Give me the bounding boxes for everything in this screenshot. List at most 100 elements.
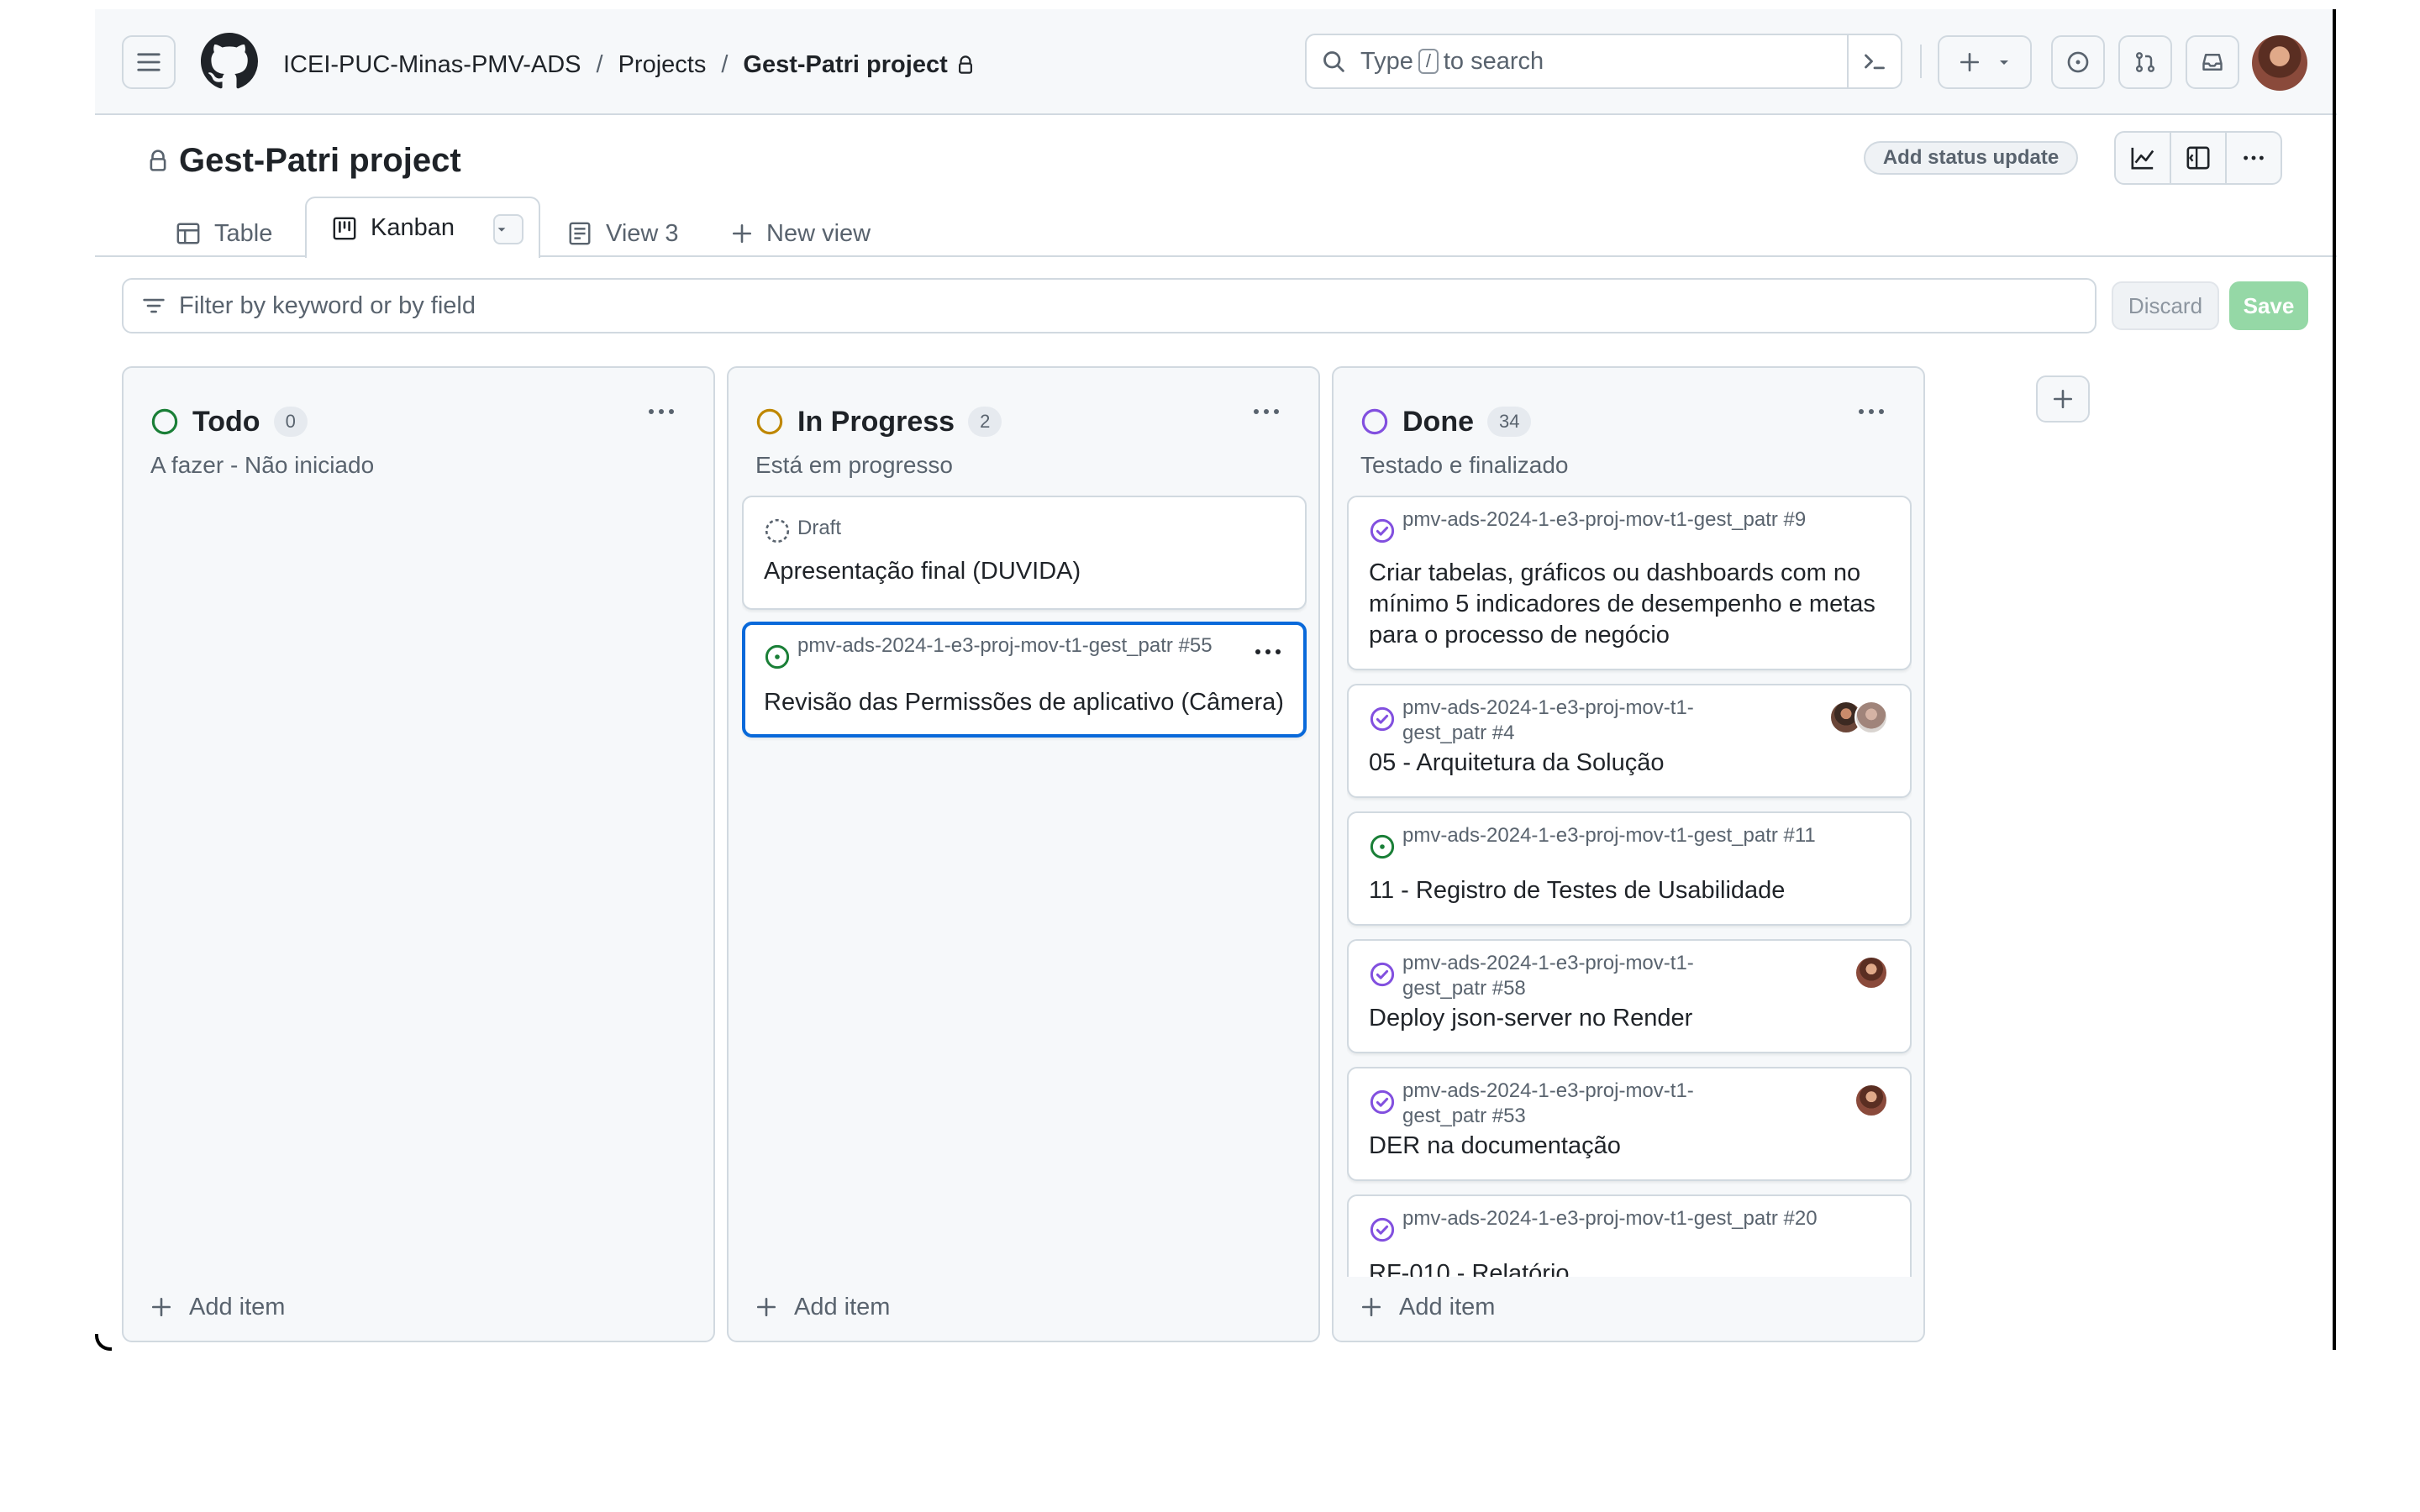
board-card[interactable]: pmv-ads-2024-1-e3-proj-mov-t1-gest_patr … [1347,496,1912,670]
new-view-label: New view [766,219,871,247]
new-view-button[interactable]: New view [731,211,871,256]
card-meta: Draft [797,517,842,539]
issue-opened-icon [765,644,790,669]
window-edge [2333,9,2336,1350]
add-item-label: Add item [1399,1293,1496,1320]
breadcrumb-separator: / [721,50,729,78]
add-item-button[interactable]: Add item [755,1289,890,1326]
triangle-down-icon [2000,60,2008,65]
add-status-update-button[interactable]: Add status update [1864,141,2078,175]
column-name: In Progress [797,405,955,438]
tab-kanban[interactable]: Kanban [305,197,540,258]
board-card[interactable]: pmv-ads-2024-1-e3-proj-mov-t1-gest_patr … [1347,811,1912,926]
breadcrumb-projects-link[interactable]: Projects [618,51,707,79]
create-new-button[interactable] [1938,35,2032,89]
column-menu-button[interactable] [1856,405,1886,423]
global-header: ICEI-PUC-Minas-PMV-ADS / Projects / Gest… [95,9,2337,115]
menu-button[interactable] [122,35,176,89]
project-actions-group [2114,131,2282,185]
issue-closed-icon [1370,1089,1395,1115]
tab-table[interactable]: Table [176,211,272,256]
assignee-avatar[interactable] [1854,701,1888,734]
search-icon [1323,51,1344,72]
filter-icon [143,298,165,313]
breadcrumb: ICEI-PUC-Minas-PMV-ADS / Projects / Gest… [283,48,975,81]
issue-closed-icon [1370,962,1395,987]
tab-table-label: Table [214,219,273,247]
card-title[interactable]: 05 - Arquitetura da Solução [1369,748,1898,779]
insights-button[interactable] [2116,133,2171,183]
plus-icon [1960,52,1980,72]
view-options-dropdown[interactable] [493,214,523,244]
status-circle-icon [1361,408,1388,435]
kebab-horizontal-icon [1255,649,1281,654]
board-card[interactable]: pmv-ads-2024-1-e3-proj-mov-t1-gest_patr … [1347,1067,1912,1181]
project-title: Gest-Patri project [147,139,461,181]
table-icon [176,223,200,244]
column-menu-button[interactable] [1251,405,1281,423]
tab-view-3[interactable]: View 3 [567,211,679,256]
header-divider [1920,45,1922,78]
assignee-avatar[interactable] [1854,956,1888,990]
card-title[interactable]: 11 - Registro de Testes de Usabilidade [1369,875,1898,906]
plus-icon [151,1297,171,1317]
app-window: ICEI-PUC-Minas-PMV-ADS / Projects / Gest… [95,9,2337,1350]
board-card[interactable]: pmv-ads-2024-1-e3-proj-mov-t1-gest_patr … [1347,1194,1912,1277]
add-item-button[interactable]: Add item [1360,1289,1495,1326]
column-name: Todo [192,405,260,438]
board-card[interactable]: pmv-ads-2024-1-e3-proj-mov-t1-gest_patr … [1347,939,1912,1053]
roadmap-view-icon [569,222,591,245]
column-count: 2 [968,407,1002,437]
issue-closed-icon [1370,1217,1395,1242]
status-circle-icon [756,408,783,435]
column-count: 0 [273,407,308,437]
kebab-horizontal-icon [2244,155,2264,160]
pull-requests-button[interactable] [2118,35,2172,89]
card-menu-button[interactable] [1253,645,1283,663]
discard-button[interactable]: Discard [2112,281,2219,330]
filter-input[interactable]: Filter by keyword or by field [122,278,2096,333]
filter-placeholder: Filter by keyword or by field [179,291,476,319]
card-title[interactable]: RF-010 - Relatório [1369,1258,1898,1277]
card-title[interactable]: Deploy json-server no Render [1369,1003,1898,1034]
column-todo: Todo 0 A fazer - Não iniciado Add item [122,366,715,1342]
search-input[interactable]: Type / to search [1305,34,1902,89]
inbox-button[interactable] [2186,35,2239,89]
save-button[interactable]: Save [2229,281,2308,330]
tab-view-3-label: View 3 [606,219,679,247]
inbox-icon [2202,54,2223,71]
project-board-icon [333,217,356,239]
breadcrumb-org-link[interactable]: ICEI-PUC-Minas-PMV-ADS [283,51,581,79]
column-header: Done 34 [1360,403,1532,440]
board-card[interactable]: Draft Apresentação final (DUVIDA) [742,496,1307,610]
column-description: Testado e finalizado [1360,452,1569,478]
add-column-button[interactable] [2036,375,2090,423]
sidebar-expand-icon [2186,146,2210,170]
card-title[interactable]: Revisão das Permissões de aplicativo (Câ… [764,687,1293,718]
command-palette-button[interactable] [1847,35,1901,87]
github-logo-icon[interactable] [201,33,258,90]
board-card-selected[interactable]: pmv-ads-2024-1-e3-proj-mov-t1-gest_patr … [742,622,1307,738]
column-in-progress: In Progress 2 Está em progresso Draft Ap… [727,366,1320,1342]
kebab-horizontal-icon [649,409,674,414]
breadcrumb-separator: / [596,50,603,78]
issues-button[interactable] [2051,35,2105,89]
breadcrumb-current-project[interactable]: Gest-Patri project [743,51,947,79]
card-title[interactable]: Criar tabelas, gráficos ou dashboards co… [1369,558,1898,651]
kebab-horizontal-icon [1254,409,1279,414]
card-title[interactable]: DER na documentação [1369,1131,1898,1162]
card-meta: pmv-ads-2024-1-e3-proj-mov-t1-gest_patr … [1402,508,1807,531]
side-panel-button[interactable] [2171,133,2227,183]
column-header: In Progress 2 [755,403,1002,440]
card-meta: pmv-ads-2024-1-e3-proj-mov-t1-gest_patr … [1402,952,1694,1000]
column-menu-button[interactable] [646,405,676,423]
plus-icon [2053,389,2073,409]
add-item-button[interactable]: Add item [150,1289,285,1326]
column-cards: pmv-ads-2024-1-e3-proj-mov-t1-gest_patr … [1347,496,1912,1277]
assignee-avatar[interactable] [1854,1084,1888,1117]
project-menu-button[interactable] [2227,133,2281,183]
column-header: Todo 0 [150,403,308,440]
user-avatar[interactable] [2252,35,2307,91]
card-title[interactable]: Apresentação final (DUVIDA) [764,556,1293,587]
board-card[interactable]: pmv-ads-2024-1-e3-proj-mov-t1-gest_patr … [1347,684,1912,798]
